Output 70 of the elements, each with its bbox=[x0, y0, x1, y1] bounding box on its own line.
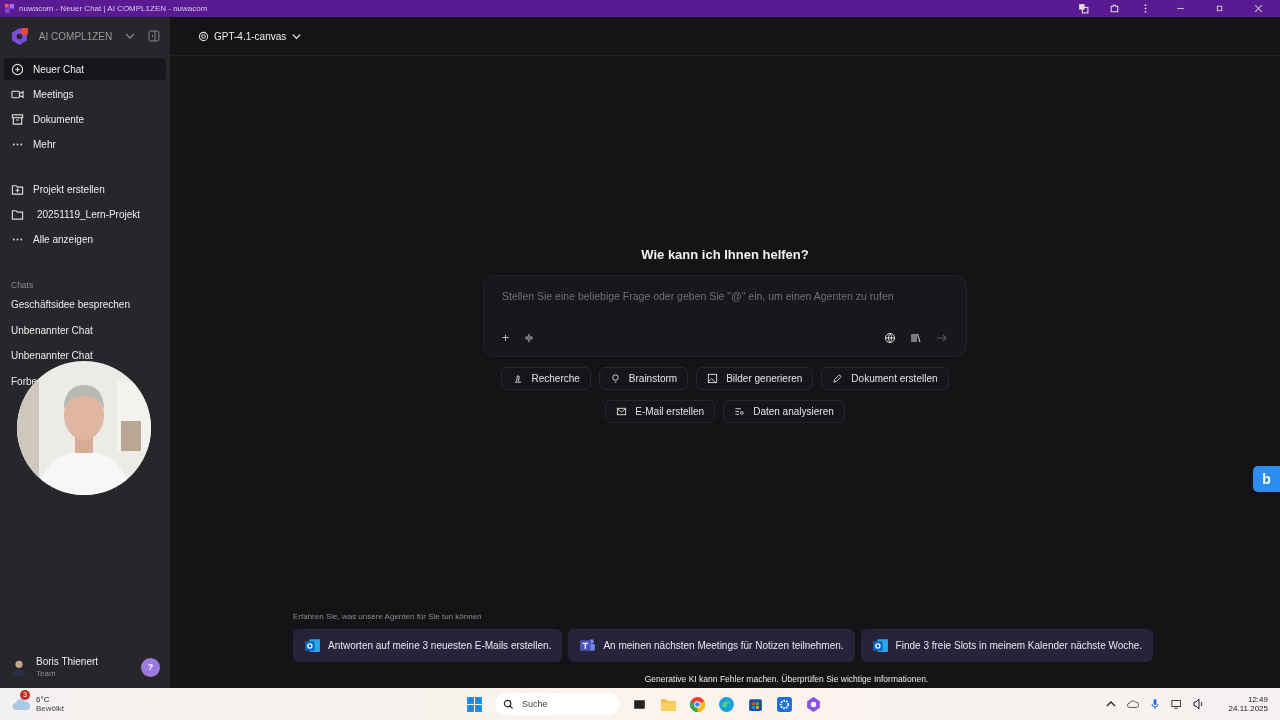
library-icon[interactable] bbox=[910, 332, 922, 344]
nav-item[interactable]: Meetings bbox=[4, 83, 166, 105]
prompt-field[interactable]: Stellen Sie eine beliebige Frage oder geben Sie "@" ein, um einen Agenten zu rufen + bbox=[483, 275, 967, 357]
browser-icon[interactable] bbox=[689, 695, 706, 713]
action-chip[interactable]: Brainstorm bbox=[598, 367, 689, 390]
agent-suggestion[interactable]: Finde 3 freie Slots in meinem Kalender nächste Woche. bbox=[860, 629, 1154, 662]
image-icon bbox=[707, 373, 719, 384]
section-heading: Chats bbox=[10, 280, 35, 290]
greeting-heading: Wie kann ich Ihnen helfen? bbox=[641, 247, 809, 262]
agent-suggestion[interactable]: Antworten auf meine 3 neuesten E-Mails erstellen. bbox=[293, 629, 563, 662]
start-icon[interactable] bbox=[466, 695, 483, 713]
translate-icon[interactable] bbox=[1078, 3, 1089, 14]
action-chip[interactable]: Daten analysieren bbox=[723, 400, 845, 423]
lightbulb-icon bbox=[609, 373, 621, 384]
archive-box-icon bbox=[11, 112, 24, 126]
search-icon bbox=[503, 698, 514, 710]
project-item[interactable]: Projekt erstellen bbox=[4, 178, 166, 200]
list-icon bbox=[734, 406, 746, 417]
user-name: Boris Thienert bbox=[36, 656, 100, 667]
chat-item[interactable]: Unbenannter Chat bbox=[11, 350, 93, 362]
browser-icon[interactable] bbox=[718, 695, 735, 713]
agents-caption: Erfahren Sie, was unsere Agenten für Sie tun können bbox=[293, 612, 483, 621]
speaker-icon[interactable] bbox=[1192, 698, 1205, 710]
project-item[interactable]: Alle anzeigen bbox=[4, 228, 166, 250]
cloud-icon[interactable] bbox=[1126, 698, 1139, 710]
action-chip[interactable]: Bilder generieren bbox=[696, 367, 814, 390]
mail-app-icon bbox=[304, 637, 321, 654]
envelope-icon bbox=[616, 406, 628, 417]
weather-description: Bewölkt bbox=[36, 704, 64, 713]
chat-item[interactable]: Unbenannter Chat bbox=[11, 324, 93, 337]
action-chip[interactable]: Recherche bbox=[501, 367, 591, 390]
microscope-icon bbox=[512, 373, 524, 384]
model-icon bbox=[198, 30, 209, 42]
temperature: 6°C bbox=[36, 695, 51, 704]
brand-name: AI COMPL1ZEN bbox=[38, 30, 113, 42]
model-selector[interactable]: GPT-4.1-canvas bbox=[198, 30, 303, 42]
globe-icon[interactable] bbox=[884, 332, 896, 344]
project-item[interactable]: 20251119_Lern-Projekt bbox=[4, 203, 166, 225]
disclaimer: Generative KI kann Fehler machen. Überprüfen Sie wichtige Informationen. bbox=[643, 674, 929, 684]
gear-icon[interactable] bbox=[776, 695, 793, 713]
chat-item[interactable]: Geschäftsidee besprechen bbox=[11, 299, 130, 311]
app-logo-icon[interactable] bbox=[805, 695, 822, 713]
nav-item[interactable]: Dokumente bbox=[4, 108, 166, 130]
mail-app-icon bbox=[871, 637, 889, 654]
avatar-icon[interactable] bbox=[10, 658, 28, 676]
pencil-icon bbox=[832, 373, 844, 384]
chat-plus-icon bbox=[11, 62, 24, 76]
nav-item[interactable]: Neuer Chat bbox=[4, 58, 166, 80]
cloud-icon[interactable] bbox=[12, 697, 32, 711]
brand-logo-icon bbox=[10, 26, 29, 46]
user-role: Team bbox=[36, 669, 57, 678]
nav-item[interactable]: Mehr bbox=[4, 133, 166, 155]
add-button[interactable]: + bbox=[502, 332, 509, 344]
folder-icon bbox=[11, 207, 24, 221]
action-chip[interactable]: Dokument erstellen bbox=[821, 367, 949, 390]
action-chip[interactable]: E-Mail erstellen bbox=[605, 400, 716, 423]
agent-suggestion[interactable]: An meinen nächsten Meetings für Notizen teilnehmen. bbox=[568, 629, 855, 662]
clock-time: 12:49 bbox=[1247, 695, 1268, 704]
clock-date: 24.11.2025 bbox=[1228, 704, 1268, 713]
close-icon[interactable] bbox=[1253, 3, 1264, 14]
restore-icon[interactable] bbox=[1214, 3, 1225, 14]
team-app-icon bbox=[579, 637, 597, 654]
sidebar-toggle-icon[interactable] bbox=[148, 30, 160, 42]
network-icon[interactable] bbox=[1170, 698, 1183, 710]
folder-plus-icon bbox=[11, 182, 24, 196]
extension-icon[interactable] bbox=[1109, 3, 1120, 14]
search-field[interactable]: Suche bbox=[495, 693, 619, 715]
app-logo-icon bbox=[4, 3, 15, 14]
microphone-icon[interactable] bbox=[1148, 698, 1161, 710]
window-title: nuwacom - Neuer Chat | AI COMPL1ZEN - nuwacom bbox=[19, 4, 208, 13]
